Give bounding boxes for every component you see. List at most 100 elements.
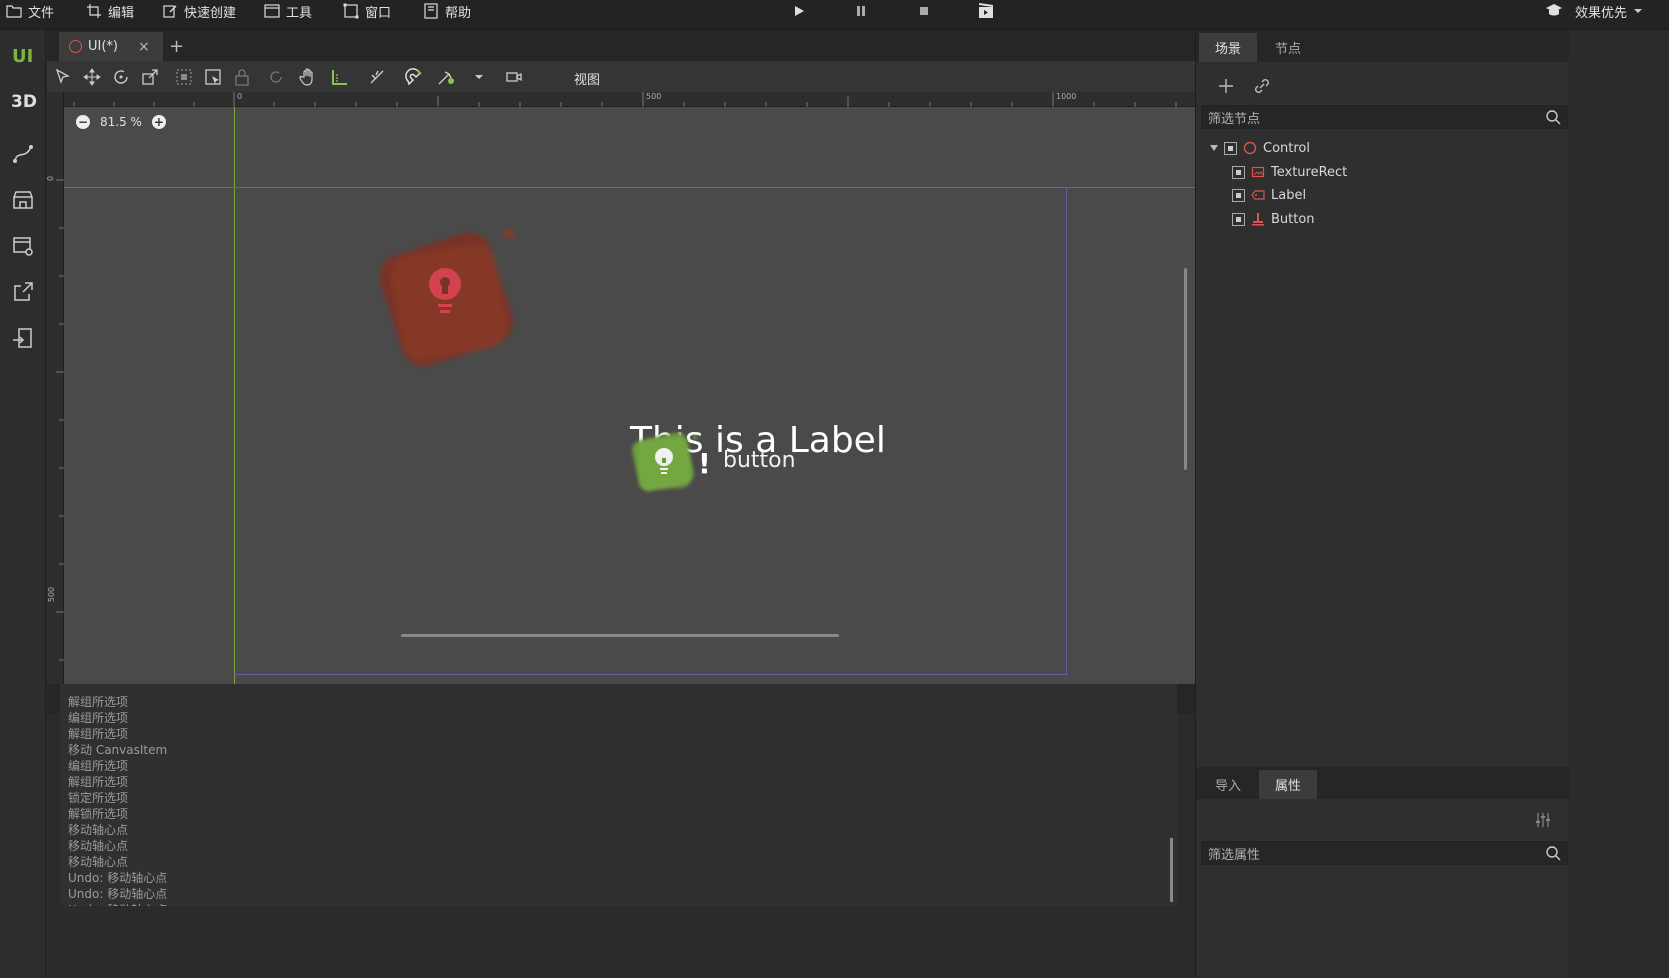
output-line: 移动轴心点 [68, 823, 129, 837]
visibility-checkbox[interactable] [1232, 188, 1245, 202]
ui-mode-button[interactable]: UI [12, 46, 33, 67]
tree-label-button: Button [1271, 211, 1315, 227]
pause-icon [857, 6, 865, 16]
right-panel: 场景 节点 筛选节点 Control TextureRect Label But… [1195, 30, 1569, 978]
frame-icon [343, 3, 359, 19]
vruler-label-0: 0 [46, 175, 56, 182]
tree-row-texturerect[interactable]: TextureRect [1232, 161, 1347, 183]
menu-window[interactable]: 窗口 [343, 0, 391, 22]
hruler-label-0: 0 [237, 92, 243, 101]
editor-tabbar: UI(*) × + [47, 30, 1269, 61]
scale-tool[interactable] [140, 67, 160, 87]
visibility-checkbox[interactable] [1232, 212, 1245, 226]
tab-properties[interactable]: 属性 [1259, 770, 1317, 799]
movie-button[interactable] [976, 2, 996, 20]
sliders-icon[interactable] [1534, 811, 1552, 829]
output-line: 解组所选项 [68, 775, 129, 789]
tab-import[interactable]: 导入 [1199, 770, 1257, 799]
export-icon[interactable] [11, 280, 35, 304]
output-lines: 解组所选项 编组所选项 解组所选项 移动 CanvasItem 编组所选项 解组所选项 锁定… [60, 694, 1177, 906]
pick-tool[interactable] [203, 67, 223, 87]
inspector-tabs: 导入 属性 [1196, 767, 1569, 799]
pivot-tool[interactable] [436, 67, 456, 87]
menu-help[interactable]: 帮助 [423, 0, 471, 22]
view-menu[interactable]: 视图 [574, 69, 600, 88]
camera-tool[interactable] [504, 67, 524, 87]
filter-nodes-input[interactable]: 筛选节点 [1201, 105, 1568, 129]
snap-tool[interactable] [404, 67, 424, 87]
ruler-tool[interactable] [330, 67, 350, 87]
tree-row-control[interactable]: Control [1210, 137, 1310, 159]
filter-properties-input[interactable]: 筛选属性 [1201, 841, 1568, 865]
tab-node[interactable]: 节点 [1259, 33, 1317, 62]
3d-mode-button[interactable]: 3D [11, 92, 37, 112]
pan-tool[interactable] [298, 67, 318, 87]
undo-rotate-tool[interactable] [266, 67, 286, 87]
rect-select-tool[interactable] [174, 67, 194, 87]
filter-properties-placeholder: 筛选属性 [1208, 847, 1261, 863]
button-node-icon[interactable] [628, 427, 708, 497]
link-icon[interactable] [1252, 76, 1272, 96]
output-line: 编组所选项 [68, 759, 129, 773]
pivot-dropdown[interactable] [469, 67, 489, 87]
output-line: 移动轴心点 [68, 839, 129, 853]
menu-quick-create-label: 快速创建 [184, 5, 237, 21]
add-tab-button[interactable]: + [169, 36, 184, 57]
menu-tools[interactable]: 工具 [264, 0, 312, 22]
zoom-out-button[interactable]: − [76, 115, 90, 129]
learn-button[interactable] [1545, 2, 1565, 20]
select-tool[interactable] [53, 67, 73, 87]
tab-scene[interactable]: 场景 [1199, 33, 1257, 62]
horizontal-ruler: 0 500 1000 [64, 92, 1256, 107]
label-tag-icon [1251, 190, 1265, 200]
settings-panel-icon[interactable] [11, 234, 35, 258]
tab-close-icon[interactable]: × [138, 39, 150, 55]
ruler-icon [332, 70, 347, 85]
lock-tool[interactable] [232, 67, 252, 87]
search-icon [1546, 846, 1561, 861]
move-tool[interactable] [82, 67, 102, 87]
tree-row-button[interactable]: Button [1232, 208, 1315, 230]
texture-rect-node[interactable] [354, 222, 534, 382]
effect-priority-dropdown[interactable]: 效果优先 [1575, 0, 1643, 22]
output-line: Undo: 移动轴心点 [68, 887, 168, 901]
rect-select-icon [176, 69, 192, 85]
rotate-icon [114, 70, 128, 84]
tree-row-label[interactable]: Label [1232, 184, 1306, 206]
add-node-icon[interactable] [1216, 76, 1236, 96]
menu-quick-create[interactable]: 快速创建 [162, 0, 236, 22]
play-button[interactable] [789, 2, 809, 20]
camera-icon [506, 72, 522, 82]
zoom-in-button[interactable]: + [151, 115, 166, 129]
menu-file-label: 文件 [28, 5, 55, 21]
menu-file[interactable]: 文件 [6, 0, 54, 22]
filter-nodes-placeholder: 筛选节点 [1208, 111, 1261, 127]
visibility-checkbox[interactable] [1232, 165, 1245, 179]
store-icon[interactable] [11, 188, 35, 212]
refresh-icon [270, 71, 282, 83]
help-book-icon [424, 3, 438, 19]
rotate-tool[interactable] [111, 67, 131, 87]
visibility-checkbox[interactable] [1224, 141, 1237, 155]
scene-viewport[interactable]: − 81.5 % + This is a Label ! button [64, 107, 1256, 684]
button-node-text[interactable]: button [723, 448, 796, 473]
expand-arrow-icon[interactable] [1210, 145, 1218, 151]
menu-help-label: 帮助 [445, 5, 472, 21]
viewport-vertical-scrollbar[interactable] [1184, 268, 1187, 470]
tab-ui-scene[interactable]: UI(*) × [59, 32, 163, 61]
viewport-horizontal-scrollbar[interactable] [401, 634, 839, 637]
path-icon[interactable] [11, 142, 35, 166]
menu-edit[interactable]: 编辑 [86, 0, 134, 22]
effect-priority-label: 效果优先 [1574, 5, 1627, 21]
stop-button[interactable] [914, 2, 934, 20]
lock-icon [235, 69, 249, 86]
movie-icon [978, 3, 994, 18]
pause-button[interactable] [851, 2, 871, 20]
output-line: 移动轴心点 [68, 855, 129, 869]
import-icon[interactable] [11, 326, 35, 350]
bone-tool[interactable] [367, 67, 387, 87]
log-cut-line [60, 686, 1177, 694]
folder-icon [6, 5, 22, 18]
pick-icon [205, 69, 221, 85]
output-scrollbar[interactable] [1170, 838, 1173, 902]
